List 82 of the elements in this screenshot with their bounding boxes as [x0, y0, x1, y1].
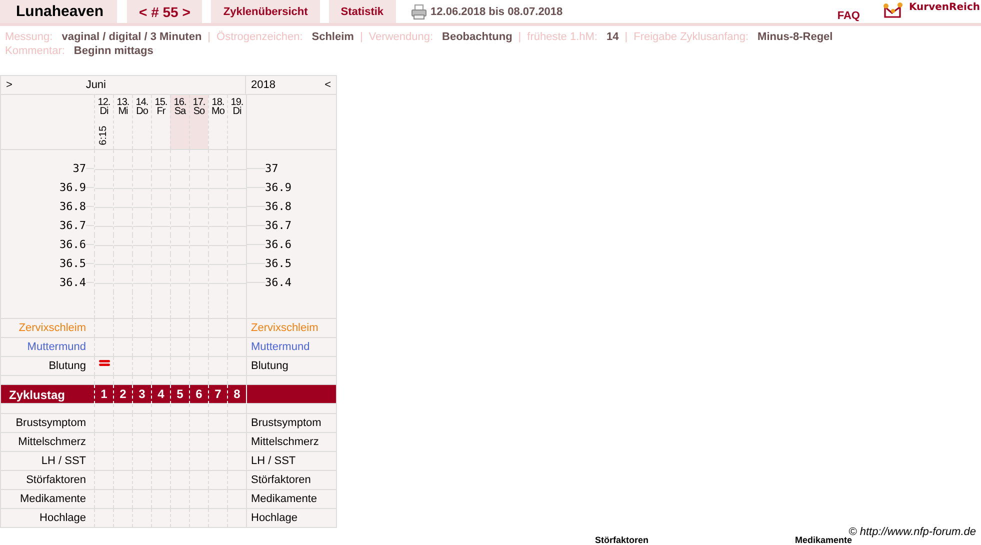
row-label: Muttermund	[26, 340, 87, 355]
field-value: 14	[606, 31, 619, 43]
day-date: 13. Mi	[116, 98, 130, 116]
cycle-nav-link[interactable]: < # 55 >	[127, 0, 202, 23]
temperature-label: 36.9	[265, 181, 292, 194]
row-label: Muttermund	[246, 338, 336, 356]
separator-text: |	[208, 31, 211, 43]
field-value: vaginal / digital / 3 Minuten	[62, 31, 202, 43]
day-date: 14. Do	[136, 98, 148, 116]
field-label: Freigabe Zyklusanfang:	[634, 31, 749, 43]
logo-link[interactable]: KurvenReich	[882, 0, 980, 23]
print-label: Medikamente	[795, 535, 852, 545]
separator-text: |	[518, 31, 522, 43]
temperature-label: 36.4	[265, 276, 292, 289]
month-label: Juni	[86, 79, 106, 91]
day-date: 17. So	[192, 98, 206, 116]
time-label: 6:15	[98, 126, 110, 146]
cycle-day-number: 4	[158, 386, 164, 403]
app-title: Lunaheaven	[0, 0, 117, 23]
faq-link[interactable]: FAQ	[837, 10, 860, 22]
temperature-label: 37	[72, 162, 86, 175]
nav-tab[interactable]: Statistik	[328, 0, 396, 23]
date-range: 12.06.2018 bis 08.07.2018	[430, 6, 563, 18]
day-date: 19. Di	[230, 98, 244, 116]
cycle-day-number: 3	[138, 386, 146, 403]
cycle-day-number: 1	[100, 386, 108, 403]
temperature-label: 36.6	[60, 238, 86, 251]
temperature-label: 36.4	[60, 276, 86, 289]
row-label: Störfaktoren	[246, 471, 336, 489]
temperature-label: 36.9	[60, 181, 86, 194]
temperature-label: 36.8	[265, 200, 292, 213]
row-label: Zervixschleim	[246, 319, 336, 337]
day-date: 16. Sa	[174, 98, 186, 116]
field-value: Beobachtung	[442, 31, 512, 43]
copyright-text: © http://www.nfp-forum.de	[848, 526, 976, 538]
row-label: Mittelschmerz	[246, 433, 336, 451]
row-label: Hochlage	[38, 511, 87, 526]
row-label: Blutung	[48, 359, 87, 374]
next-arrow[interactable]: >	[6, 79, 12, 91]
row-label: Störfaktoren	[25, 473, 87, 488]
row-label: Zervixschleim	[18, 321, 87, 336]
field-label: früheste 1.hM:	[527, 31, 598, 43]
field-value: Beginn mittags	[74, 45, 154, 57]
row-label: Mittelschmerz	[17, 435, 87, 450]
temperature-label: 36.7	[265, 219, 292, 232]
field-label: Östrogenzeichen:	[216, 31, 303, 43]
print-label: Störfaktoren	[595, 535, 649, 545]
row-label: Medikamente	[246, 490, 336, 508]
temperature-label: 36.5	[60, 257, 86, 270]
row-label: Brustsymptom	[246, 414, 336, 432]
row-label: LH / SST	[246, 452, 336, 470]
temperature-label: 36.5	[265, 257, 292, 270]
field-label: Kommentar:	[5, 45, 65, 57]
cycle-day-number: 7	[214, 386, 222, 403]
day-date: 15. Fr	[154, 98, 168, 116]
temperature-label: 36.7	[60, 219, 86, 232]
day-date: 12. Di	[98, 98, 110, 116]
cycle-day-label: Zyklustag	[8, 386, 66, 404]
prev-arrow[interactable]: <	[324, 79, 331, 91]
cycle-day-number: 2	[120, 386, 126, 403]
row-label: LH / SST	[40, 454, 87, 469]
year-label: 2018	[251, 79, 276, 91]
temperature-label: 37	[265, 162, 278, 175]
row-label: Hochlage	[246, 509, 336, 527]
temperature-label: 36.8	[60, 200, 86, 213]
field-label: Messung:	[5, 31, 53, 43]
cycle-day-number: 8	[234, 386, 240, 403]
field-value: Minus-8-Regel	[758, 31, 833, 43]
row-label: Brustsymptom	[14, 416, 87, 431]
nav-tab[interactable]: Zyklenübersicht	[211, 0, 320, 23]
day-date: 18. Mo	[212, 98, 224, 116]
logo-icon	[882, 2, 903, 19]
separator-text: |	[360, 31, 363, 43]
separator-text: |	[624, 31, 628, 43]
field-value: Schleim	[312, 31, 354, 43]
cycle-day-number: 6	[196, 386, 202, 403]
printer-icon[interactable]	[410, 4, 427, 20]
row-label: Medikamente	[18, 492, 87, 507]
temperature-label: 36.6	[265, 238, 292, 251]
field-label: Verwendung:	[368, 31, 434, 43]
cycle-day-number: 5	[176, 386, 184, 403]
row-label: Blutung	[246, 357, 336, 375]
